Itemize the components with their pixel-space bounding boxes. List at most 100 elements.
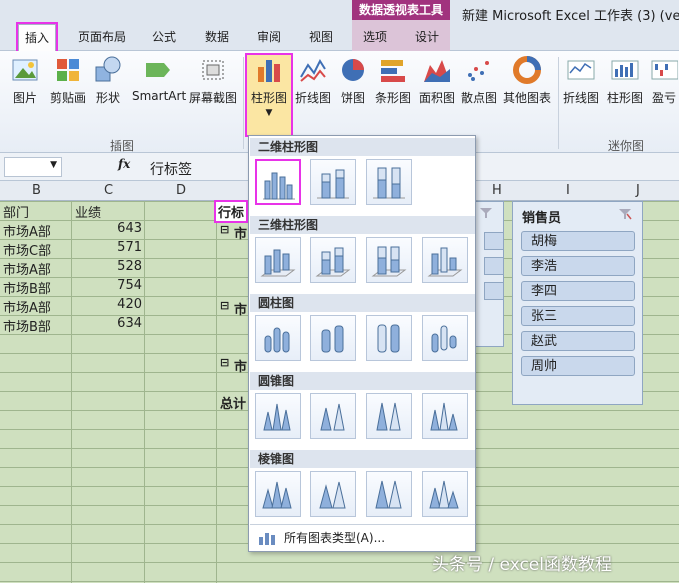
- sparkline-winloss-button[interactable]: 盈亏: [650, 55, 678, 106]
- screenshot-button[interactable]: 屏幕截图: [188, 55, 238, 106]
- slicer-item[interactable]: 李浩: [521, 256, 635, 276]
- pivot-total[interactable]: 总计: [220, 393, 246, 412]
- pyramid-3d-option[interactable]: [422, 471, 468, 517]
- pivot-row-label-header[interactable]: 行标: [213, 200, 249, 223]
- collapse-icon[interactable]: ⊟: [220, 356, 229, 369]
- stacked-cylinder-option[interactable]: [310, 315, 356, 361]
- slicer-item[interactable]: 张三: [521, 306, 635, 326]
- tab-options[interactable]: 选项: [363, 28, 387, 45]
- smartart-button[interactable]: SmartArt: [132, 55, 186, 103]
- sparkline-line-icon: [567, 60, 595, 80]
- column-3d-option[interactable]: [422, 237, 468, 283]
- slicer-item[interactable]: [484, 257, 504, 275]
- pivot-row[interactable]: 市: [234, 223, 247, 242]
- table-cell[interactable]: 市场A部: [3, 259, 51, 278]
- cell-header-dept[interactable]: 部门: [3, 202, 29, 221]
- tab-formulas[interactable]: 公式: [152, 28, 176, 45]
- shapes-icon: [95, 56, 121, 82]
- smartart-icon: [146, 63, 170, 77]
- other-charts-button[interactable]: 其他图表: [502, 55, 552, 106]
- table-cell[interactable]: 420: [72, 297, 142, 312]
- stacked-column-3d-option[interactable]: [310, 237, 356, 283]
- column-chart-gallery[interactable]: 二维柱形图 三维柱形图 圆柱图 圆锥图 棱锥图 所有图表类型(A)...: [248, 135, 476, 552]
- clustered-pyramid-option[interactable]: [255, 471, 301, 517]
- fx-icon[interactable]: fx: [118, 157, 130, 171]
- percent-stacked-pyramid-option[interactable]: [366, 471, 412, 517]
- table-cell[interactable]: 市场B部: [3, 316, 51, 335]
- cell-header-perf[interactable]: 业绩: [75, 202, 101, 221]
- tab-design[interactable]: 设计: [415, 28, 439, 45]
- slicer-item[interactable]: 李四: [521, 281, 635, 301]
- stacked-column-2d-option[interactable]: [310, 159, 356, 205]
- collapse-icon[interactable]: ⊟: [220, 299, 229, 312]
- formula-input[interactable]: 行标签: [150, 159, 192, 179]
- slicer-item[interactable]: 周帅: [521, 356, 635, 376]
- table-cell[interactable]: 528: [72, 259, 142, 274]
- tab-page-layout[interactable]: 页面布局: [78, 28, 126, 45]
- table-cell[interactable]: 754: [72, 278, 142, 293]
- table-cell[interactable]: 市场A部: [3, 221, 51, 240]
- group-label-illustrations: 插图: [110, 139, 135, 153]
- column-header[interactable]: C: [104, 183, 113, 198]
- clustered-column-2d-option[interactable]: [255, 159, 301, 205]
- cylinder-3d-option[interactable]: [422, 315, 468, 361]
- picture-button[interactable]: 图片: [8, 55, 42, 106]
- sparkline-column-button[interactable]: 柱形图: [606, 55, 644, 106]
- gallery-section-3d-column: 三维柱形图: [250, 216, 475, 234]
- table-cell[interactable]: 市场C部: [3, 240, 51, 259]
- chevron-down-icon: ▼: [265, 108, 273, 118]
- gallery-section-cylinder: 圆柱图: [250, 294, 475, 312]
- column-header[interactable]: J: [636, 183, 640, 198]
- clear-filter-icon[interactable]: [479, 207, 493, 219]
- percent-stacked-column-3d-option[interactable]: [366, 237, 412, 283]
- slicer-item[interactable]: [484, 232, 504, 250]
- collapse-icon[interactable]: ⊟: [220, 223, 229, 236]
- tab-data[interactable]: 数据: [205, 28, 229, 45]
- column-header[interactable]: D: [176, 183, 186, 198]
- area-chart-button[interactable]: 面积图: [418, 55, 456, 106]
- table-cell[interactable]: 643: [72, 221, 142, 236]
- table-cell[interactable]: 市场B部: [3, 278, 51, 297]
- clustered-cylinder-option[interactable]: [255, 315, 301, 361]
- column-header[interactable]: H: [492, 183, 502, 198]
- shapes-button[interactable]: 形状: [93, 55, 123, 106]
- column-header[interactable]: B: [32, 183, 41, 198]
- clustered-column-3d-option[interactable]: [255, 237, 301, 283]
- percent-stacked-cone-option[interactable]: [366, 393, 412, 439]
- slicer-item[interactable]: 胡梅: [521, 231, 635, 251]
- clustered-cone-option[interactable]: [255, 393, 301, 439]
- scatter-chart-button[interactable]: 散点图: [460, 55, 498, 106]
- pie-chart-label: 饼图: [340, 91, 365, 105]
- percent-stacked-column-2d-option[interactable]: [366, 159, 412, 205]
- slicer-item[interactable]: 赵武: [521, 331, 635, 351]
- table-cell[interactable]: 市场A部: [3, 297, 51, 316]
- tab-view[interactable]: 视图: [309, 28, 333, 45]
- percent-stacked-cylinder-option[interactable]: [366, 315, 412, 361]
- area-chart-label: 面积图: [418, 91, 455, 105]
- tab-insert[interactable]: 插入: [15, 22, 59, 54]
- sparkline-line-button[interactable]: 折线图: [562, 55, 600, 106]
- line-chart-icon: [300, 58, 326, 82]
- cone-3d-option[interactable]: [422, 393, 468, 439]
- pivot-row[interactable]: 市: [234, 299, 247, 318]
- line-chart-button[interactable]: 折线图: [294, 55, 332, 106]
- stacked-pyramid-option[interactable]: [310, 471, 356, 517]
- salesperson-slicer[interactable]: 销售员 胡梅 李浩 李四 张三 赵武 周帅: [512, 201, 643, 405]
- slicer-item[interactable]: [484, 282, 504, 300]
- chevron-down-icon[interactable]: ▼: [50, 160, 57, 170]
- group-label-sparklines: 迷你图: [608, 139, 645, 153]
- all-chart-types-link[interactable]: 所有图表类型(A)...: [250, 524, 475, 552]
- tab-review[interactable]: 审阅: [257, 28, 281, 45]
- table-cell[interactable]: 634: [72, 316, 142, 331]
- clipart-button[interactable]: 剪贴画: [48, 55, 88, 106]
- pie-chart-button[interactable]: 饼图: [338, 55, 368, 106]
- pivot-tools-context-label: 数据透视表工具: [352, 0, 450, 20]
- bar-chart-button[interactable]: 条形图: [374, 55, 412, 106]
- column-header[interactable]: I: [566, 183, 570, 198]
- table-cell[interactable]: 571: [72, 240, 142, 255]
- name-box[interactable]: ▼: [4, 157, 62, 177]
- pivot-row[interactable]: 市: [234, 356, 247, 375]
- stacked-cone-option[interactable]: [310, 393, 356, 439]
- column-chart-button[interactable]: 柱形图 ▼: [245, 53, 293, 137]
- clear-filter-icon[interactable]: [618, 208, 632, 220]
